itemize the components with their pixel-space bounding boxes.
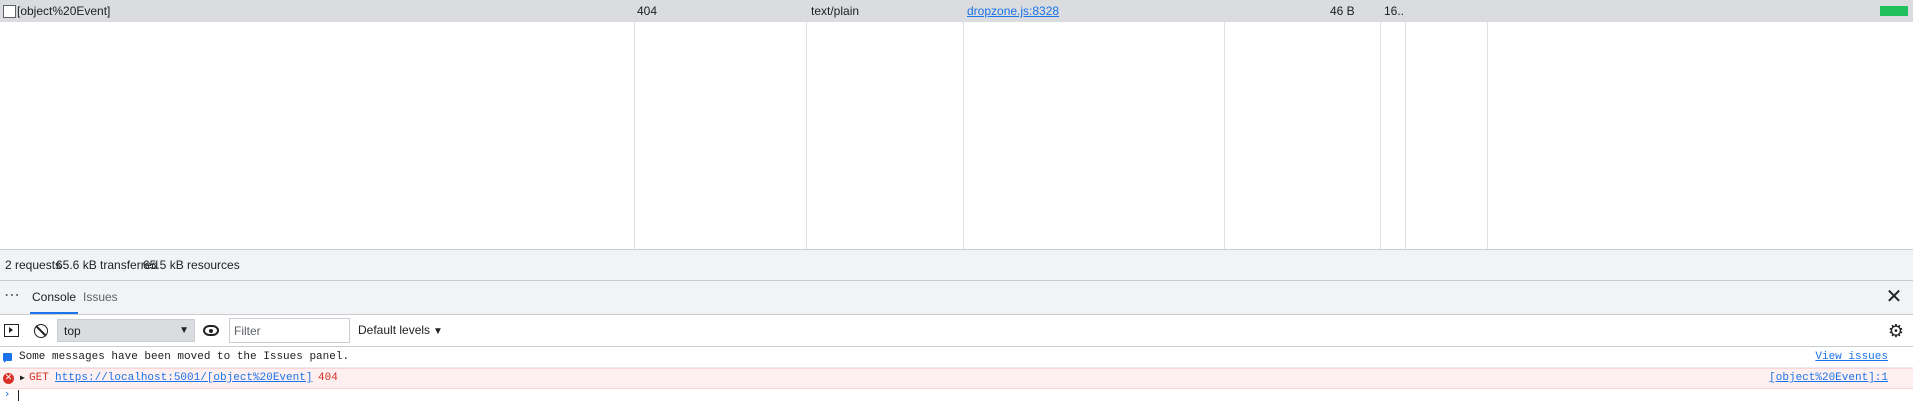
prompt-chevron-icon: › [5,387,10,400]
log-levels-label: Default levels [358,323,431,337]
request-name[interactable]: [object%20Event] [17,0,110,22]
text-cursor [18,390,19,401]
error-icon: ✕ [3,373,14,384]
column-divider [1487,0,1488,249]
more-tools-icon[interactable]: ⋯ [4,288,22,305]
error-status: 404 [318,372,338,384]
network-request-table: [object%20Event] 404 text/plain dropzone… [0,0,1913,249]
request-type: text/plain [811,4,860,18]
info-message-text: Some messages have been moved to the Iss… [19,351,350,363]
network-request-row[interactable]: [object%20Event] 404 text/plain dropzone… [0,0,1913,22]
console-prompt[interactable]: › [0,387,1913,401]
context-value: top [64,324,81,338]
column-divider [963,0,964,249]
request-size: 46 B [1330,4,1355,18]
chevron-down-icon: ▼ [433,326,443,337]
summary-requests: 2 requests [5,258,62,272]
context-selector[interactable]: top ▼ [57,319,195,342]
drawer-tab-bar: ⋯ Console Issues ✕ [0,281,1913,315]
clear-console-icon[interactable] [34,324,48,338]
show-sidebar-icon[interactable] [4,324,19,337]
request-initiator-link[interactable]: dropzone.js:8328 [967,0,1059,22]
column-divider [1380,0,1381,249]
console-error-message: ✕ ▶ GET https://localhost:5001/[object%2… [0,368,1913,389]
checkbox-icon[interactable] [3,5,16,18]
filter-input[interactable] [229,318,350,343]
column-divider [806,0,807,249]
error-source-link[interactable]: [object%20Event]:1 [1769,369,1888,388]
live-expression-eye-icon[interactable] [203,325,219,336]
waterfall-bar [1880,6,1908,16]
message-info-icon [3,353,12,363]
close-drawer-icon[interactable]: ✕ [1885,287,1903,307]
column-divider [1405,0,1406,249]
console-toolbar: top ▼ Default levels▼ ⚙ [0,315,1913,347]
network-summary-bar: 2 requests 65.6 kB transferred 65.5 kB r… [0,249,1913,281]
summary-resources: 65.5 kB resources [143,258,240,272]
error-method: GET [29,372,49,384]
request-time: 16... [1384,4,1404,18]
tab-issues[interactable]: Issues [81,281,120,314]
column-divider [634,0,635,249]
tab-console[interactable]: Console [30,281,79,314]
column-divider [1224,0,1225,249]
view-issues-link[interactable]: View issues [1815,347,1888,367]
error-url-link[interactable]: https://localhost:5001/[object%20Event] [55,369,312,388]
log-levels-dropdown[interactable]: Default levels ▼ [358,315,443,347]
chevron-down-icon: ▼ [179,325,189,336]
gear-icon[interactable]: ⚙ [1887,322,1905,340]
console-info-message: Some messages have been moved to the Iss… [0,347,1913,368]
expand-triangle-icon[interactable]: ▶ [20,369,25,388]
request-status: 404 [637,4,658,18]
